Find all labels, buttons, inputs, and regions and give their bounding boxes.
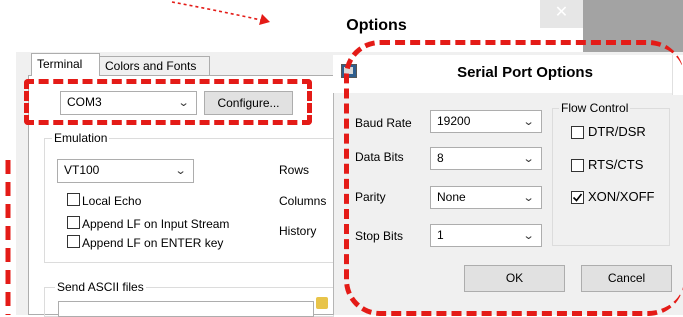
annotation-overlay [5, 1, 270, 315]
annotation-arrow [171, 1, 262, 21]
annotation-arrowhead [259, 14, 270, 25]
tab-terminal[interactable]: Terminal [31, 53, 100, 76]
